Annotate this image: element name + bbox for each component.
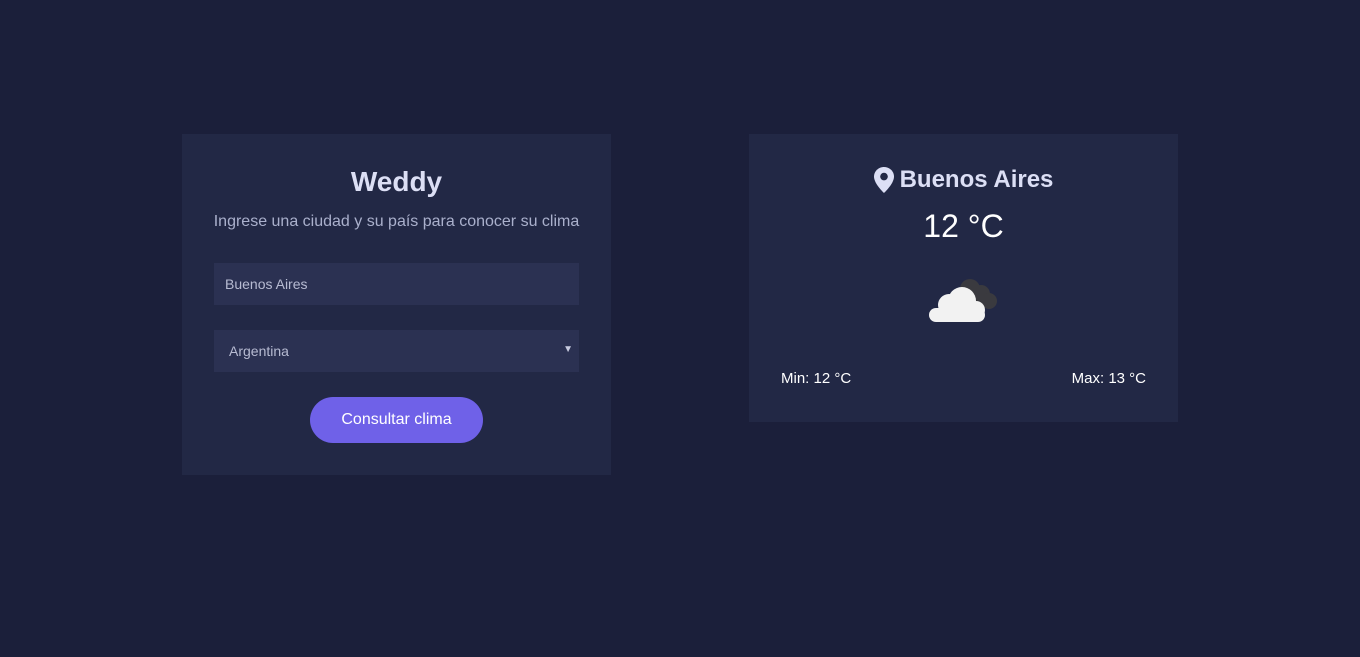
country-select[interactable]: Argentina ▼ [214, 330, 579, 372]
city-input[interactable] [214, 263, 579, 305]
app-title: Weddy [350, 166, 443, 197]
current-temperature: 12 °C [923, 208, 1004, 244]
location-pin-icon [873, 167, 894, 193]
max-temperature: Max: 13 °C [1071, 370, 1146, 387]
chevron-down-icon: ▼ [563, 344, 573, 355]
country-select-value: Argentina [229, 343, 289, 359]
cloud-icon [929, 279, 997, 322]
city-heading: Buenos Aires [749, 166, 1178, 194]
app-subtitle: Ingrese una ciudad y su país para conoce… [213, 213, 580, 230]
submit-button[interactable]: Consultar clima [310, 397, 483, 443]
weather-card: Buenos Aires 12 °C Min: 12 °C Max: 13 °C [749, 134, 1178, 422]
min-temperature: Min: 12 °C [781, 370, 852, 387]
city-name: Buenos Aires [899, 166, 1054, 193]
search-card: Weddy Ingrese una ciudad y su país para … [182, 134, 611, 475]
